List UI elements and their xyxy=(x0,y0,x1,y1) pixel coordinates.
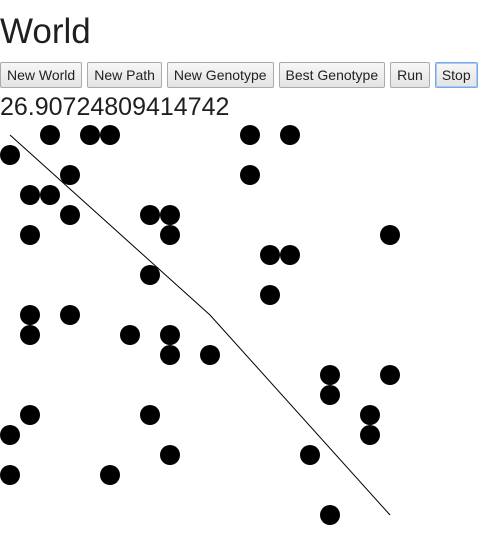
obstacle-dot xyxy=(160,205,180,225)
obstacle-dot xyxy=(140,205,160,225)
obstacle-dot xyxy=(100,465,120,485)
obstacle-dot xyxy=(0,465,20,485)
world-canvas xyxy=(0,125,400,525)
obstacle-dot xyxy=(0,425,20,445)
obstacle-dot xyxy=(240,125,260,145)
obstacle-dot xyxy=(20,405,40,425)
obstacle-dot xyxy=(320,505,340,525)
obstacle-dot xyxy=(320,385,340,405)
obstacle-dot xyxy=(40,185,60,205)
obstacle-dot xyxy=(80,125,100,145)
obstacle-dot xyxy=(280,245,300,265)
obstacle-dot xyxy=(380,225,400,245)
obstacle-dot xyxy=(60,205,80,225)
obstacle-dot xyxy=(100,125,120,145)
obstacle-dot xyxy=(280,125,300,145)
obstacle-dot xyxy=(260,245,280,265)
obstacle-dot xyxy=(120,325,140,345)
obstacle-dot xyxy=(160,345,180,365)
obstacle-dot xyxy=(140,405,160,425)
obstacle-dot xyxy=(380,365,400,385)
obstacle-dot xyxy=(60,165,80,185)
obstacle-dot xyxy=(360,405,380,425)
obstacle-dot xyxy=(20,185,40,205)
obstacle-dot xyxy=(160,225,180,245)
obstacle-dot xyxy=(0,145,20,165)
obstacle-dot xyxy=(160,445,180,465)
obstacle-dot xyxy=(60,305,80,325)
obstacle-dot xyxy=(320,365,340,385)
obstacle-dot xyxy=(40,125,60,145)
obstacle-dot xyxy=(20,305,40,325)
obstacle-dot xyxy=(140,265,160,285)
obstacle-dot xyxy=(160,325,180,345)
obstacle-dot xyxy=(200,345,220,365)
obstacle-dot xyxy=(360,425,380,445)
obstacle-dot xyxy=(260,285,280,305)
obstacle-dot xyxy=(240,165,260,185)
obstacle-dot xyxy=(20,325,40,345)
obstacle-dot xyxy=(20,225,40,245)
obstacle-dot xyxy=(300,445,320,465)
genotype-path xyxy=(9,134,391,516)
